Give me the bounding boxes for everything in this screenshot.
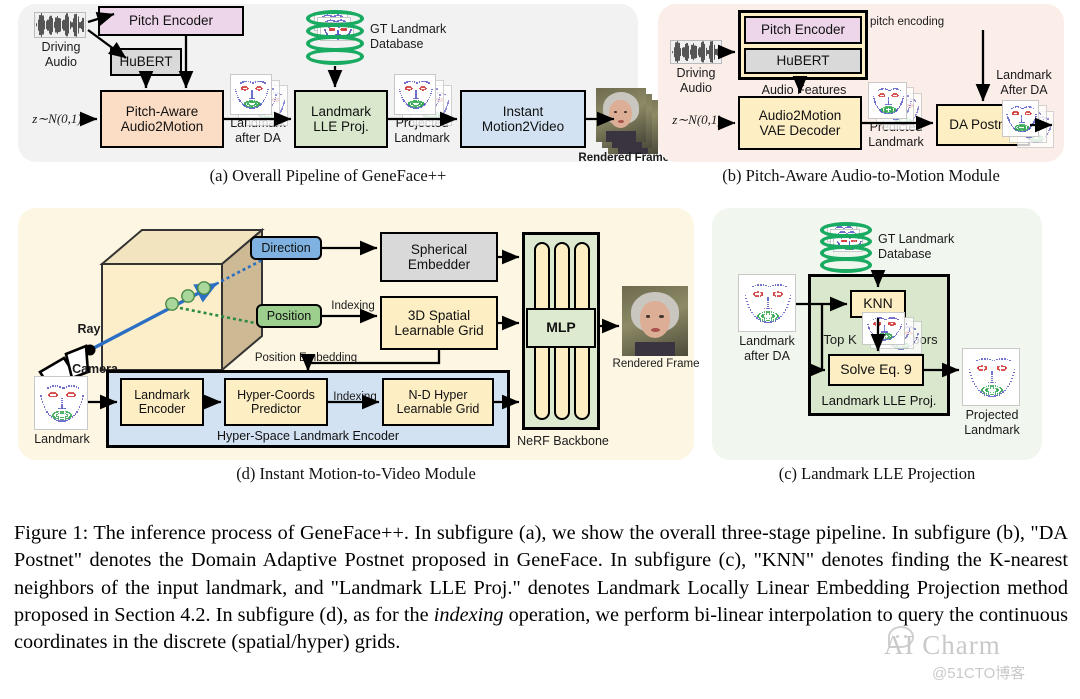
gt-landmark-database-label: GT Landmark Database <box>878 232 955 261</box>
face-eye <box>613 110 618 113</box>
hubert-box: HuBERT <box>110 48 182 76</box>
panel-pitch-aware-audio-to-motion: Driving Audio Pitch Encoder HuBERT pitch… <box>658 4 1064 162</box>
spherical-embedder-box: Spherical Embedder <box>380 232 498 282</box>
landmark-encoder-box: Landmark Encoder <box>120 378 204 426</box>
direction-label: Direction <box>261 240 311 255</box>
landmark-after-da-label: Landmark after DA <box>739 334 795 363</box>
driving-audio-label: Driving Audio <box>676 66 716 95</box>
hyper-learnable-grid-box: N-D Hyper Learnable Grid <box>382 378 494 426</box>
topk-label: Top K <box>823 332 857 347</box>
pitch-encoder-box: Pitch Encoder <box>98 6 244 36</box>
nerf-backbone-label: NeRF Backbone <box>517 434 609 448</box>
landmark-card <box>394 74 436 115</box>
hyper-coords-predictor-box: Hyper-Coords Predictor <box>224 378 328 426</box>
latent-noise-label: z∼N(0,1) <box>32 111 82 126</box>
vae-decoder-label: Audio2Motion VAE Decoder <box>758 107 842 138</box>
rendered-frame-label: Rendered Frame <box>612 358 700 370</box>
face-neck <box>635 342 675 356</box>
lle-proj-label: Landmark LLE Proj. <box>310 103 372 134</box>
pitch-encoder-label: Pitch Encoder <box>128 13 214 29</box>
pitch-encoder-box: Pitch Encoder <box>744 16 862 44</box>
mlp-label: MLP <box>546 319 576 336</box>
landmark-card <box>862 312 906 345</box>
motion2video-label: Instant Motion2Video <box>481 103 565 134</box>
waveform-icon <box>670 40 722 64</box>
projected-landmark-label: Projected Landmark <box>964 408 1020 437</box>
spatial-learnable-grid-box: 3D Spatial Learnable Grid <box>380 296 498 350</box>
landmark-stack-projected <box>394 74 452 126</box>
figure-caption: Figure 1: The inference process of GeneF… <box>14 520 1068 656</box>
waveform-icon <box>34 12 86 38</box>
landmark-stack-predicted <box>868 82 922 130</box>
gt-landmark-database-label: GT Landmark Database <box>370 22 447 51</box>
panel-landmark-lle-projection: GT Landmark Database Landmark after DA L… <box>712 208 1042 460</box>
latent-noise-label: z∼N(0,1) <box>672 112 722 127</box>
caption-italic: indexing <box>433 603 504 626</box>
knn-label: KNN <box>863 295 893 312</box>
subcaption-c: (c) Landmark LLE Projection <box>778 464 976 483</box>
face-skin <box>639 301 671 338</box>
subcaption-b: (b) Pitch-Aware Audio-to-Motion Module <box>722 166 1000 185</box>
position-embedding-label: Position Embedding <box>254 352 358 364</box>
pitch-encoding-label: pitch encoding <box>870 16 945 28</box>
landmark-encoder-label: Landmark Encoder <box>134 387 190 416</box>
pitch-aware-audio2motion-box: Pitch-Aware Audio2Motion <box>100 90 224 148</box>
landmark-lle-proj-box: Landmark LLE Proj. <box>294 90 388 148</box>
projected-landmark-thumbnail <box>962 348 1020 406</box>
audio2motion-label: Pitch-Aware Audio2Motion <box>120 103 204 134</box>
hyper-grid-label: N-D Hyper Learnable Grid <box>396 387 480 416</box>
indexing-label-1: Indexing <box>331 300 375 312</box>
database-ring <box>306 47 364 65</box>
landmark-card <box>868 82 907 120</box>
figure-container: Driving Audio Pitch Encoder HuBERT z∼N(0… <box>0 0 1080 699</box>
landmark-after-da-thumbnail <box>738 274 796 332</box>
panel-overall-pipeline: Driving Audio Pitch Encoder HuBERT z∼N(0… <box>18 4 676 164</box>
driving-audio-label: Driving Audio <box>41 40 81 69</box>
caption-label: Figure 1: <box>14 522 89 544</box>
solve-eq-label: Solve Eq. 9 <box>840 361 912 378</box>
spherical-embedder-label: Spherical Embedder <box>407 241 471 272</box>
position-box: Position <box>256 304 322 328</box>
face-eye <box>658 315 664 319</box>
instant-motion2video-box: Instant Motion2Video <box>460 90 586 148</box>
audio2motion-vae-decoder-box: Audio2Motion VAE Decoder <box>738 96 862 150</box>
landmark-stack-after-da <box>230 74 288 126</box>
database-ring <box>820 257 872 273</box>
pitch-encoder-label: Pitch Encoder <box>760 22 846 38</box>
landmark-thumbnail <box>34 376 88 430</box>
gt-landmark-database-icon <box>306 10 364 66</box>
hyper-space-title: Hyper-Space Landmark Encoder <box>216 428 400 443</box>
landmark-after-da-label: Landmark After DA <box>996 68 1052 97</box>
rendered-frame-thumbnail <box>622 286 688 356</box>
subcaption-d: (d) Instant Motion-to-Video Module <box>236 464 476 483</box>
landmark-card <box>230 74 272 115</box>
mlp-box: MLP <box>526 308 596 348</box>
landmark-label: Landmark <box>34 432 90 446</box>
face-mouth <box>651 328 660 332</box>
landmark-card <box>1002 100 1040 138</box>
direction-box: Direction <box>250 236 322 260</box>
hubert-box: HuBERT <box>744 48 862 74</box>
subcaption-a: (a) Overall Pipeline of GeneFace++ <box>209 166 447 185</box>
landmark-stack-neighbors <box>862 312 922 354</box>
gt-landmark-database-icon <box>820 222 872 274</box>
watermark-sub-text: @51CTO博客 <box>932 665 1026 682</box>
spatial-grid-label: 3D Spatial Learnable Grid <box>394 307 484 338</box>
face-eye <box>623 110 628 113</box>
panel-instant-motion-to-video: Ray Camera Direction Position Indexing S… <box>18 208 699 460</box>
solve-equation-box: Solve Eq. 9 <box>828 354 924 386</box>
rendered-frames-thumbnail <box>596 88 658 154</box>
lle-group-title: Landmark LLE Proj. <box>821 393 937 409</box>
indexing-label-2: Indexing <box>333 391 377 403</box>
hubert-label: HuBERT <box>119 54 173 70</box>
position-label: Position <box>266 308 312 323</box>
face-neck <box>605 131 636 143</box>
hubert-label: HuBERT <box>776 53 830 69</box>
hyper-coords-label: Hyper-Coords Predictor <box>237 387 315 416</box>
rendered-frame-card <box>596 88 646 143</box>
landmark-stack-after-da <box>1002 100 1054 148</box>
ray-label: Ray <box>77 322 101 336</box>
